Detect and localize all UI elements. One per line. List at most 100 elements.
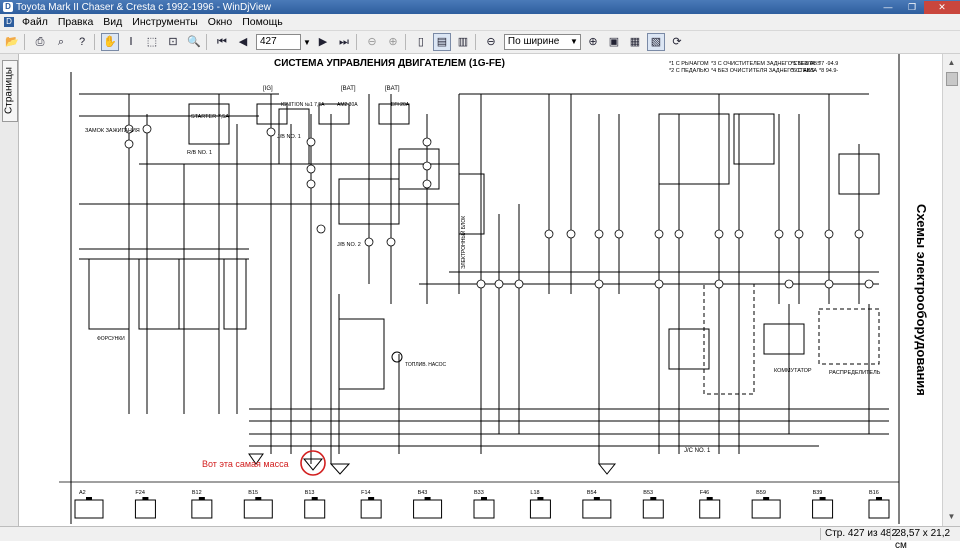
select-region-icon[interactable]: ⬚ — [143, 33, 161, 51]
toolbar: 📂 ⎙ ⌕ ? ✋ Ⅰ ⬚ ⊡ 🔍 ⏮ ◀ 427 ▼ ▶ ⏭ ⊖ ⊕ ▯ ▤ … — [0, 31, 960, 54]
connector-latch — [198, 497, 205, 500]
menu-help[interactable]: Помощь — [238, 16, 289, 28]
connector-label: L18 — [530, 490, 539, 496]
first-page-icon[interactable]: ⏮ — [213, 33, 231, 51]
last-page-icon[interactable]: ⏭ — [335, 33, 353, 51]
scroll-up-icon[interactable]: ▲ — [945, 56, 958, 70]
close-button[interactable]: ✕ — [924, 0, 960, 14]
facing-pages-icon[interactable]: ▥ — [454, 33, 472, 51]
label-injectors: ФОРСУНКИ — [97, 336, 125, 342]
toolbar-separator — [94, 34, 95, 50]
fit-width-icon[interactable]: ▧ — [646, 33, 665, 51]
zoom-value: По ширине — [507, 36, 560, 47]
connector-label: B54 — [587, 490, 597, 496]
connector-pictogram — [699, 499, 721, 519]
menu-edit[interactable]: Правка — [54, 16, 99, 28]
toolbar-separator — [474, 34, 476, 50]
connector-label: B59 — [756, 490, 766, 496]
connector-pictogram — [529, 499, 551, 519]
title-bar: D Toyota Mark II Chaser & Cresta c 1992-… — [0, 0, 960, 14]
find-icon[interactable]: ⌕ — [52, 33, 70, 51]
toolbar-separator — [206, 34, 207, 50]
connector-label: B39 — [813, 490, 823, 496]
connector-latch — [593, 497, 600, 500]
magnifier-icon[interactable]: 🔍 — [185, 33, 203, 51]
app-icon: D — [3, 2, 13, 12]
note-2: *2 С ПЕДАЛЬЮ — [669, 68, 710, 74]
section-heading: Схемы электрооборудования — [914, 204, 929, 396]
annotation-circle — [300, 450, 326, 476]
toolbar-separator — [404, 34, 406, 50]
continuous-icon[interactable]: ▤ — [432, 33, 451, 51]
connector-latch — [481, 497, 487, 500]
diagram-title: СИСТЕМА УПРАВЛЕНИЯ ДВИГАТЕЛЕМ (1G-FE) — [274, 58, 505, 69]
forward-icon[interactable]: ⊕ — [384, 33, 402, 51]
open-icon[interactable]: 📂 — [3, 33, 21, 51]
note-6: *6 С ABS — [791, 68, 815, 74]
note-8: *8 94.9- — [819, 68, 838, 74]
connector-label: B53 — [643, 490, 653, 496]
menu-view[interactable]: Вид — [99, 16, 128, 28]
single-page-icon[interactable]: ▯ — [412, 33, 430, 51]
zoom-select[interactable]: По ширине ▼ — [503, 34, 581, 50]
label-jb1: J/B NO. 1 — [277, 134, 301, 140]
connector-label: F14 — [361, 490, 370, 496]
connector-pictogram — [191, 499, 213, 519]
fit-page-icon[interactable]: ▣ — [605, 33, 623, 51]
connector-pictogram — [642, 499, 664, 519]
menu-file[interactable]: Файл — [18, 16, 54, 28]
document-menu-icon[interactable]: D — [4, 17, 14, 27]
label-distributor: РАСПРЕДЕЛИТЕЛЬ — [829, 370, 881, 376]
select-text-icon[interactable]: Ⅰ — [122, 33, 140, 51]
scroll-down-icon[interactable]: ▼ — [945, 510, 958, 524]
minimize-button[interactable]: — — [876, 1, 900, 14]
connector-latch — [876, 497, 882, 500]
label-jc1: J/C NO. 1 — [684, 448, 711, 454]
zoom-rect-icon[interactable]: ⊡ — [164, 33, 182, 51]
label-starter: STARTER 7,5A — [191, 114, 229, 120]
status-size: 28,57 x 21,2 см — [890, 528, 960, 551]
zoom-in-icon[interactable]: ⊕ — [584, 33, 602, 51]
connector-pictogram — [812, 499, 834, 519]
label-ignition-lock: ЗАМОК ЗАЖИГАНИЯ — [85, 128, 140, 134]
tab-pages[interactable]: Страницы — [2, 60, 18, 122]
next-page-icon[interactable]: ▶ — [314, 33, 332, 51]
connector-pictogram — [473, 499, 495, 519]
back-icon[interactable]: ⊖ — [363, 33, 381, 51]
connector-latch — [763, 497, 770, 500]
label-jb2: J/B NO. 2 — [337, 242, 361, 248]
document-view[interactable]: СИСТЕМА УПРАВЛЕНИЯ ДВИГАТЕЛЕМ (1G-FE) *1… — [19, 54, 943, 526]
maximize-button[interactable]: ❐ — [900, 1, 924, 14]
status-bar: Стр. 427 из 482 28,57 x 21,2 см — [0, 526, 960, 551]
actual-size-icon[interactable]: ▦ — [626, 33, 644, 51]
window-title: Toyota Mark II Chaser & Cresta c 1992-19… — [16, 1, 271, 13]
side-panel: Страницы — [0, 54, 19, 526]
vertical-scrollbar[interactable]: ▲ ▼ — [942, 54, 960, 526]
connector-pictogram — [413, 499, 443, 519]
info-icon[interactable]: ? — [73, 33, 91, 51]
scroll-thumb[interactable] — [946, 72, 958, 86]
page-number-input[interactable]: 427 — [256, 34, 301, 50]
connector-label: B33 — [474, 490, 484, 496]
connector-label: B43 — [418, 490, 428, 496]
wiring-diagram: СИСТЕМА УПРАВЛЕНИЯ ДВИГАТЕЛЕМ (1G-FE) *1… — [59, 54, 929, 524]
previous-page-icon[interactable]: ◀ — [234, 33, 252, 51]
label-ignition-fuse: IGNITION №1 7,5A — [281, 102, 325, 108]
menu-tools[interactable]: Инструменты — [128, 16, 203, 28]
connector-latch — [368, 497, 375, 500]
hand-tool-icon[interactable]: ✋ — [101, 33, 119, 51]
connector-label: A2 — [79, 490, 86, 496]
menu-window[interactable]: Окно — [204, 16, 238, 28]
connector-latch — [142, 497, 149, 500]
print-icon[interactable]: ⎙ — [31, 33, 49, 51]
label-bat1: [BAT] — [341, 86, 356, 92]
page-dropdown-icon[interactable]: ▼ — [303, 38, 311, 47]
connector-latch — [424, 497, 431, 500]
rotate-icon[interactable]: ⟳ — [668, 33, 686, 51]
connector-pictogram — [243, 499, 273, 519]
zoom-out-icon[interactable]: ⊖ — [482, 33, 500, 51]
connector-latch — [537, 497, 544, 500]
connector-pictogram — [134, 499, 156, 519]
label-fuel-pump: ТОПЛИВ. НАСОС — [405, 362, 447, 368]
label-ig: [IG] — [263, 86, 273, 92]
